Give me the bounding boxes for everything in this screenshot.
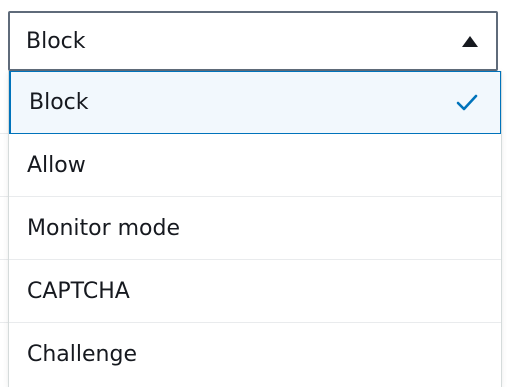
option-allow[interactable]: Allow [9,134,501,197]
caret-up-icon[interactable] [462,35,478,47]
dropdown-menu: Block Allow Monitor mode CAPTCHA Challen… [8,71,502,387]
option-label: CAPTCHA [27,278,130,304]
page: Block Block Allow Monitor mode CAPTCHA C… [0,0,509,387]
option-label: Challenge [27,342,137,367]
action-select[interactable]: Block [8,11,498,71]
option-label: Allow [27,152,86,178]
select-value: Block [26,28,86,54]
option-block[interactable]: Block [9,71,501,134]
option-label: Monitor mode [27,215,181,241]
option-challenge[interactable]: Challenge [9,323,501,386]
check-icon [454,92,480,114]
option-monitor-mode[interactable]: Monitor mode [9,197,501,260]
option-captcha[interactable]: CAPTCHA [9,260,501,323]
option-label: Block [29,90,89,115]
